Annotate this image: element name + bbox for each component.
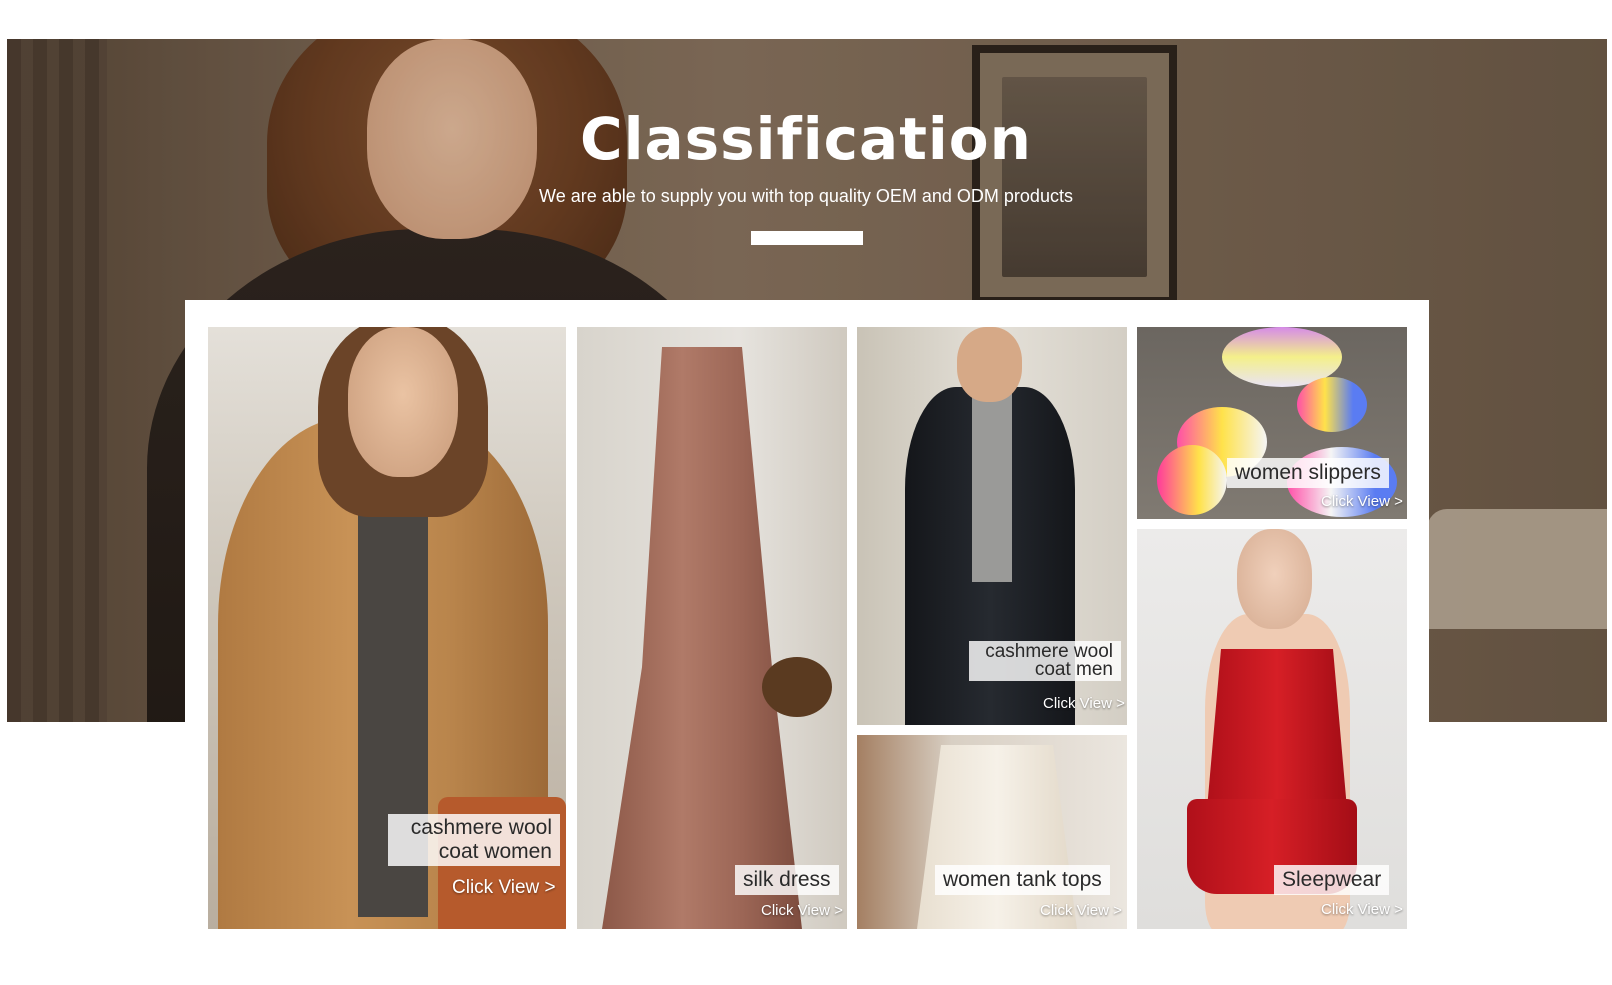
section-title: Classification bbox=[580, 105, 1032, 173]
click-view-link[interactable]: Click View > bbox=[761, 902, 843, 919]
click-view-link[interactable]: Click View > bbox=[452, 877, 556, 899]
click-view-link[interactable]: Click View > bbox=[1040, 902, 1122, 919]
category-label: women slippers bbox=[1227, 458, 1389, 488]
click-view-link[interactable]: Click View > bbox=[1321, 493, 1403, 510]
category-label: cashmere wool coat men bbox=[969, 641, 1121, 681]
category-label: women tank tops bbox=[935, 865, 1110, 895]
product-image bbox=[1137, 327, 1407, 519]
category-tile-cashmere-coat-men[interactable]: cashmere wool coat men Click View > bbox=[857, 327, 1127, 725]
title-underline bbox=[751, 231, 863, 245]
category-label: cashmere wool coat women bbox=[388, 814, 560, 866]
product-image bbox=[857, 735, 1127, 929]
click-view-link[interactable]: Click View > bbox=[1043, 695, 1125, 712]
click-view-link[interactable]: Click View > bbox=[1321, 901, 1403, 918]
category-tile-women-slippers[interactable]: women slippers Click View > bbox=[1137, 327, 1407, 519]
category-tile-women-tank-tops[interactable]: women tank tops Click View > bbox=[857, 735, 1127, 929]
section-subtitle: We are able to supply you with top quali… bbox=[539, 186, 1073, 206]
category-tile-silk-dress[interactable]: silk dress Click View > bbox=[577, 327, 847, 929]
product-image bbox=[577, 327, 847, 929]
category-tile-sleepwear[interactable]: Sleepwear Click View > bbox=[1137, 529, 1407, 929]
category-label: silk dress bbox=[735, 865, 839, 895]
category-label: Sleepwear bbox=[1274, 865, 1390, 895]
category-tile-cashmere-coat-women[interactable]: cashmere wool coat women Click View > bbox=[208, 327, 566, 929]
